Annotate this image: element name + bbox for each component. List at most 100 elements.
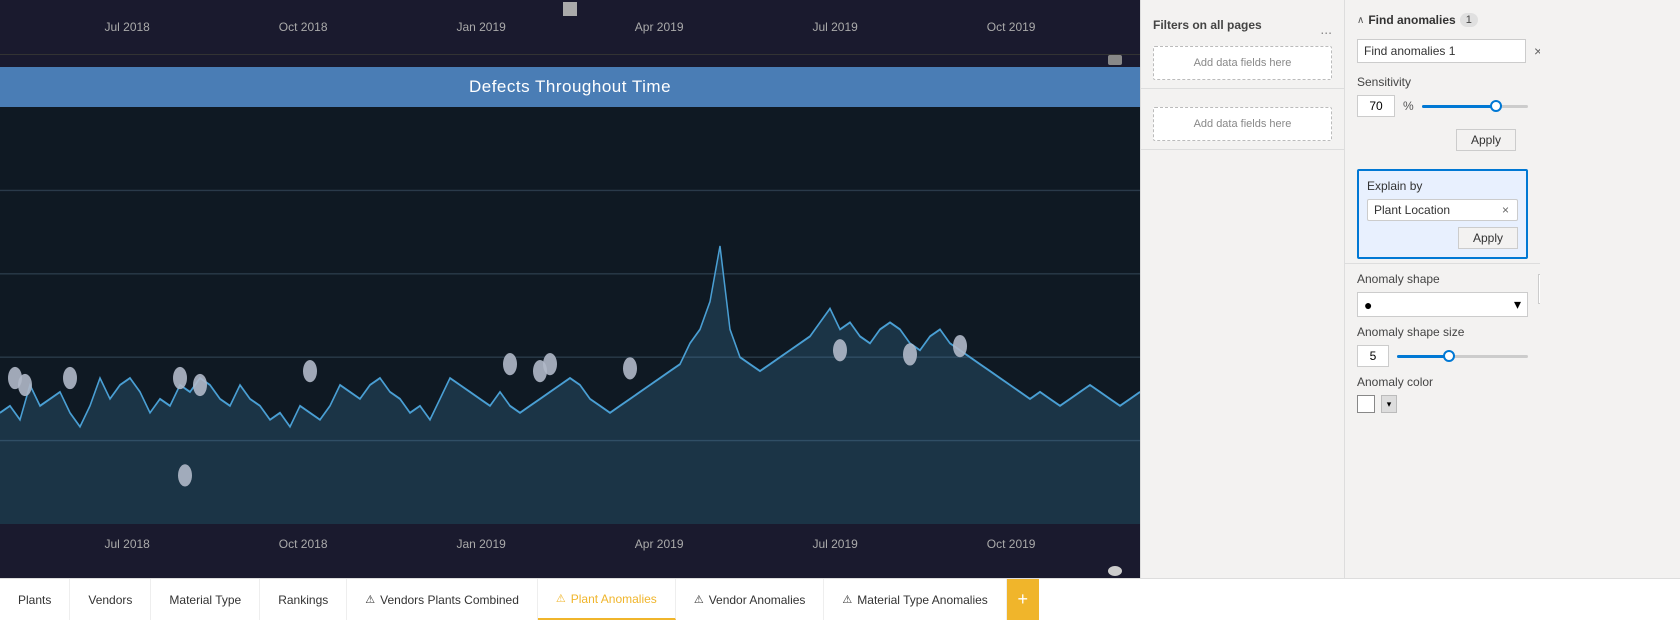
top-axis-label-1: Jul 2018 — [104, 20, 149, 34]
color-dropdown-button[interactable]: ▾ — [1381, 395, 1397, 413]
tab-add-icon: + — [1018, 589, 1029, 610]
anomaly-marker — [178, 464, 192, 486]
explain-by-tag: Plant Location × — [1367, 199, 1518, 221]
top-axis-labels: Jul 2018 Oct 2018 Jan 2019 Apr 2019 Jul … — [0, 20, 1140, 34]
tab-vpc-icon: ⚠ — [365, 593, 375, 606]
explain-by-box: Explain by Plant Location × Apply — [1357, 169, 1528, 259]
shape-value: ● — [1364, 297, 1372, 313]
apply-explain-button[interactable]: Apply — [1458, 227, 1518, 249]
tab-material-type-anomalies[interactable]: ⚠ Material Type Anomalies — [824, 579, 1006, 620]
tab-plants-label: Plants — [18, 593, 51, 607]
explain-tag-text: Plant Location — [1374, 203, 1450, 217]
scroll-bar-top[interactable] — [8, 55, 1132, 65]
anomaly-marker — [503, 353, 517, 375]
slider-fill — [1422, 105, 1496, 108]
tab-vendors-plants-combined[interactable]: ⚠ Vendors Plants Combined — [347, 579, 538, 620]
tab-vendor-anomalies[interactable]: ⚠ Vendor Anomalies — [676, 579, 825, 620]
explain-tag-close-button[interactable]: × — [1500, 203, 1511, 217]
anomaly-marker — [953, 335, 967, 357]
tab-material-type[interactable]: Material Type — [151, 579, 260, 620]
anomaly-marker — [903, 343, 917, 365]
anomaly-name-row: × — [1345, 35, 1540, 67]
main-area: Jul 2018 Oct 2018 Jan 2019 Apr 2019 Jul … — [0, 0, 1680, 578]
tab-plants[interactable]: Plants — [0, 579, 70, 620]
tab-material-type-label: Material Type — [169, 593, 241, 607]
scroll-thumb-bottom — [1108, 566, 1122, 576]
tab-rankings-label: Rankings — [278, 593, 328, 607]
tab-mta-label: Material Type Anomalies — [857, 593, 988, 607]
tab-pa-icon: ⚠ — [556, 592, 566, 605]
anomaly-marker — [303, 360, 317, 382]
tab-add-button[interactable]: + — [1007, 579, 1039, 620]
size-slider-thumb — [1443, 350, 1455, 362]
anomaly-close-button[interactable]: × — [1530, 41, 1540, 61]
shape-size-row — [1357, 345, 1528, 367]
tab-pa-label: Plant Anomalies — [571, 592, 657, 606]
anomaly-shape-label: Anomaly shape — [1357, 272, 1528, 286]
anomaly-name-input[interactable] — [1357, 39, 1526, 63]
chart-title: Defects Throughout Time — [469, 77, 671, 96]
sensitivity-label: Sensitivity — [1357, 75, 1528, 89]
chart-bottom-axis: Jul 2018 Oct 2018 Jan 2019 Apr 2019 Jul … — [0, 524, 1140, 564]
anomaly-shape-select[interactable]: ● ▾ — [1357, 292, 1528, 317]
chevron-icon[interactable]: ∧ — [1357, 15, 1364, 26]
bottom-axis-label-2: Oct 2018 — [279, 537, 328, 551]
color-swatch[interactable] — [1357, 395, 1375, 413]
bottom-tabs: Plants Vendors Material Type Rankings ⚠ … — [0, 578, 1680, 620]
filter-dots[interactable]: ... — [1320, 21, 1332, 37]
anomaly-marker — [63, 367, 77, 389]
slider-thumb — [1490, 100, 1502, 112]
bottom-axis-label-1: Jul 2018 — [104, 537, 149, 551]
sensitivity-section: Sensitivity % — [1345, 67, 1540, 125]
chart-area: Jul 2018 Oct 2018 Jan 2019 Apr 2019 Jul … — [0, 0, 1140, 578]
filter-all-pages-title: Filters on all pages — [1153, 18, 1262, 32]
filter-panel: Filters on all pages ... Add data fields… — [1140, 0, 1345, 578]
anomaly-marker — [173, 367, 187, 389]
filter-section-all-pages: Filters on all pages ... Add data fields… — [1141, 10, 1344, 89]
bottom-axis-label-3: Jan 2019 — [456, 537, 505, 551]
shape-dropdown-icon: ▾ — [1514, 296, 1521, 313]
tab-vendors[interactable]: Vendors — [70, 579, 151, 620]
scroll-bar-bottom[interactable] — [8, 566, 1132, 576]
filter-add-all-pages[interactable]: Add data fields here — [1153, 46, 1332, 80]
right-panel: › ∧ Find anomalies 1 × Sensitivity % — [1345, 0, 1540, 578]
tab-va-icon: ⚠ — [694, 593, 704, 606]
anomaly-marker — [193, 374, 207, 396]
top-axis-label-3: Jan 2019 — [456, 20, 505, 34]
tab-rankings[interactable]: Rankings — [260, 579, 347, 620]
anomaly-marker — [833, 339, 847, 361]
apply2-row: Apply — [1367, 227, 1518, 249]
anomaly-header-left: ∧ Find anomalies 1 — [1357, 13, 1478, 27]
apply-button-row: Apply — [1345, 125, 1540, 165]
top-axis-label-6: Oct 2019 — [987, 20, 1036, 34]
chart-main — [0, 107, 1140, 524]
anomaly-color-label: Anomaly color — [1357, 375, 1528, 389]
tab-vendors-label: Vendors — [88, 593, 132, 607]
shape-size-slider[interactable] — [1397, 346, 1528, 366]
apply-sensitivity-button[interactable]: Apply — [1456, 129, 1516, 151]
top-scroll-dot — [563, 2, 577, 16]
top-axis-label-4: Apr 2019 — [635, 20, 684, 34]
bottom-axis-labels: Jul 2018 Oct 2018 Jan 2019 Apr 2019 Jul … — [0, 537, 1140, 551]
slider-track — [1422, 105, 1528, 108]
filter-section-visual: Add data fields here — [1141, 99, 1344, 150]
sensitivity-slider[interactable] — [1422, 96, 1528, 116]
top-axis-label-2: Oct 2018 — [279, 20, 328, 34]
explain-by-label: Explain by — [1367, 179, 1518, 193]
shape-size-input[interactable] — [1357, 345, 1389, 367]
size-slider-track — [1397, 355, 1528, 358]
anomaly-shape-section: Anomaly shape ● ▾ Anomaly shape size Ano… — [1345, 263, 1540, 421]
sensitivity-row: % — [1357, 95, 1528, 117]
expand-arrow[interactable]: › — [1538, 274, 1540, 304]
top-axis-label-5: Jul 2019 — [812, 20, 857, 34]
find-anomalies-title: Find anomalies — [1368, 13, 1455, 27]
tab-vpc-label: Vendors Plants Combined — [380, 593, 519, 607]
sensitivity-input[interactable] — [1357, 95, 1395, 117]
tab-plant-anomalies[interactable]: ⚠ Plant Anomalies — [538, 579, 676, 620]
tab-mta-icon: ⚠ — [842, 593, 852, 606]
pct-label: % — [1403, 99, 1414, 113]
anomaly-marker — [543, 353, 557, 375]
bottom-axis-label-5: Jul 2019 — [812, 537, 857, 551]
filter-add-visual[interactable]: Add data fields here — [1153, 107, 1332, 141]
anomaly-header: ∧ Find anomalies 1 — [1345, 8, 1540, 35]
